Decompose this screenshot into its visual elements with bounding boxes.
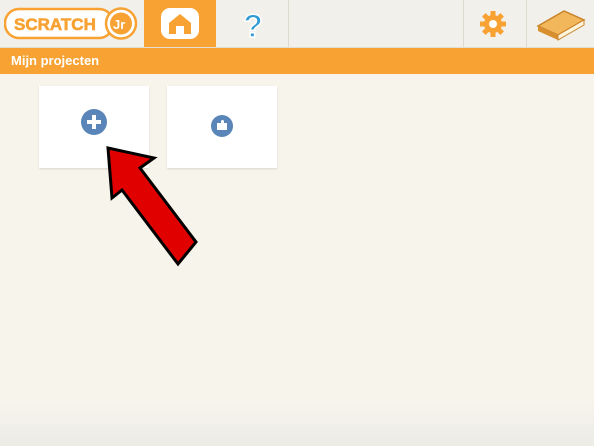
annotation-arrow [106,146,198,267]
settings-button[interactable] [463,0,527,47]
tab-home[interactable] [144,0,216,47]
book-button[interactable] [526,0,594,47]
svg-text:SCRATCH: SCRATCH [14,15,96,34]
add-project-button[interactable] [81,109,107,135]
svg-text:?: ? [243,8,263,44]
puzzle-icon [217,120,227,130]
plus-icon [87,115,101,129]
svg-text:Jr: Jr [113,17,125,32]
book-icon [536,10,586,41]
tab-help[interactable]: ? [218,0,289,47]
home-icon [161,8,199,39]
section-title: Mijn projecten [11,53,100,68]
section-title-bar: Mijn projecten [0,48,594,74]
bottom-shade [0,400,594,446]
question-mark-icon: ? [242,7,263,45]
top-navigation-bar: SCRATCH Jr ? [0,0,594,48]
gear-icon [480,11,506,37]
scratchjr-logo: SCRATCH Jr [3,5,138,42]
sample-project-button[interactable] [211,115,233,137]
